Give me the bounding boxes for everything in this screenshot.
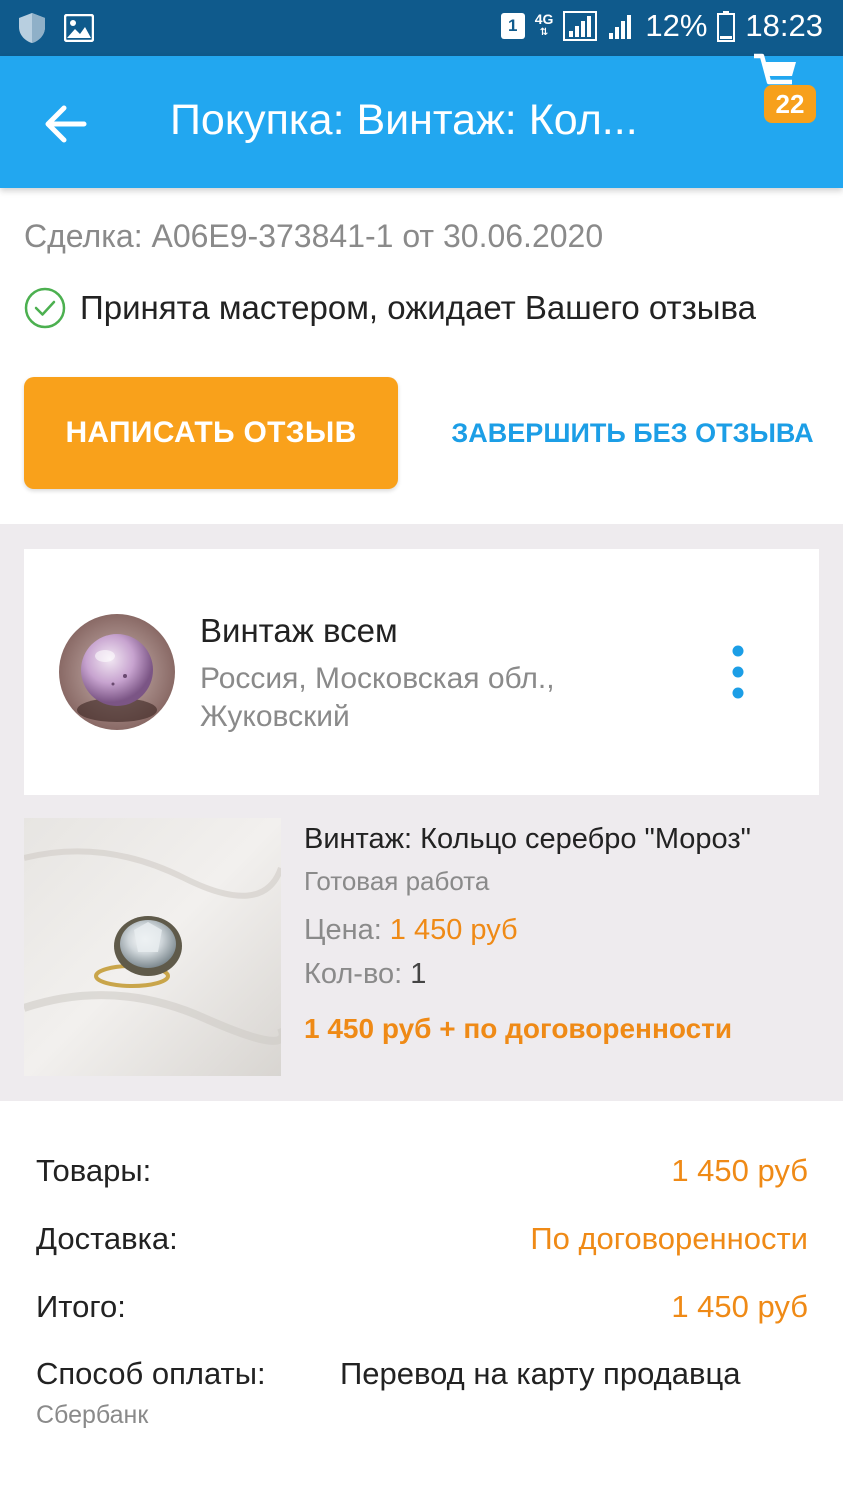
summary-delivery-label: Доставка: xyxy=(36,1221,178,1256)
more-vert-icon[interactable] xyxy=(722,642,754,702)
sim-indicator: 1 xyxy=(500,13,525,39)
payment-method-value: Перевод на карту продавца xyxy=(340,1356,741,1391)
image-icon xyxy=(64,14,94,42)
summary-goods-value: 1 450 руб xyxy=(671,1153,808,1188)
check-circle-icon xyxy=(24,287,66,329)
clock: 18:23 xyxy=(745,8,823,43)
battery-percent: 12% xyxy=(645,8,708,43)
page-title: Покупка: Винтаж: Кол... xyxy=(170,96,638,144)
product-price: Цена: 1 450 руб xyxy=(304,914,518,946)
summary-delivery-value: По договоренности xyxy=(530,1221,808,1256)
product-image[interactable] xyxy=(24,818,281,1076)
seller-name[interactable]: Винтаж всем xyxy=(200,612,398,650)
deal-status-text: Принята мастером, ожидает Вашего отзыва xyxy=(80,289,757,326)
payment-method-bank: Сбербанк xyxy=(36,1401,149,1429)
cart-count-badge: 22 xyxy=(764,85,816,123)
signal-icon xyxy=(563,11,598,41)
write-review-button[interactable]: НАПИСАТЬ ОТЗЫВ xyxy=(24,377,398,489)
product-price-value: 1 450 руб xyxy=(389,914,518,946)
product-quantity-value: 1 xyxy=(410,958,427,990)
seller-avatar[interactable] xyxy=(59,614,175,730)
product-total: 1 450 руб + по договоренности xyxy=(304,1013,733,1044)
finish-without-review-button[interactable]: ЗАВЕРШИТЬ БЕЗ ОТЗЫВА xyxy=(440,377,825,489)
deal-number: Сделка: A06E9-373841-1 от 30.06.2020 xyxy=(24,218,604,254)
summary-goods-label: Товары: xyxy=(36,1153,152,1188)
battery-icon xyxy=(717,11,736,42)
seller-location: Россия, Московская обл., Жуковский xyxy=(200,662,555,733)
product-title[interactable]: Винтаж: Кольцо серебро "Мороз" xyxy=(304,823,824,856)
product-quantity: Кол-во: 1 xyxy=(304,958,427,990)
product-type: Готовая работа xyxy=(304,866,490,896)
deal-status: Принята мастером, ожидает Вашего отзыва xyxy=(24,287,756,329)
summary-goods-row: Товары: 1 450 руб xyxy=(36,1153,808,1189)
status-bar: 1 4G ⇅ 12% 18:23 xyxy=(0,0,843,56)
summary-total-row: Итого: 1 450 руб xyxy=(36,1289,808,1325)
signal-icon-2 xyxy=(609,15,632,39)
app-bar: Покупка: Винтаж: Кол... xyxy=(0,56,843,188)
summary-total-value: 1 450 руб xyxy=(671,1289,808,1324)
back-arrow-icon[interactable] xyxy=(38,96,94,152)
summary-total-label: Итого: xyxy=(36,1289,126,1324)
summary-delivery-row: Доставка: По договоренности xyxy=(36,1221,808,1257)
shield-icon xyxy=(19,13,45,43)
network-type: 4G ⇅ xyxy=(534,11,554,38)
